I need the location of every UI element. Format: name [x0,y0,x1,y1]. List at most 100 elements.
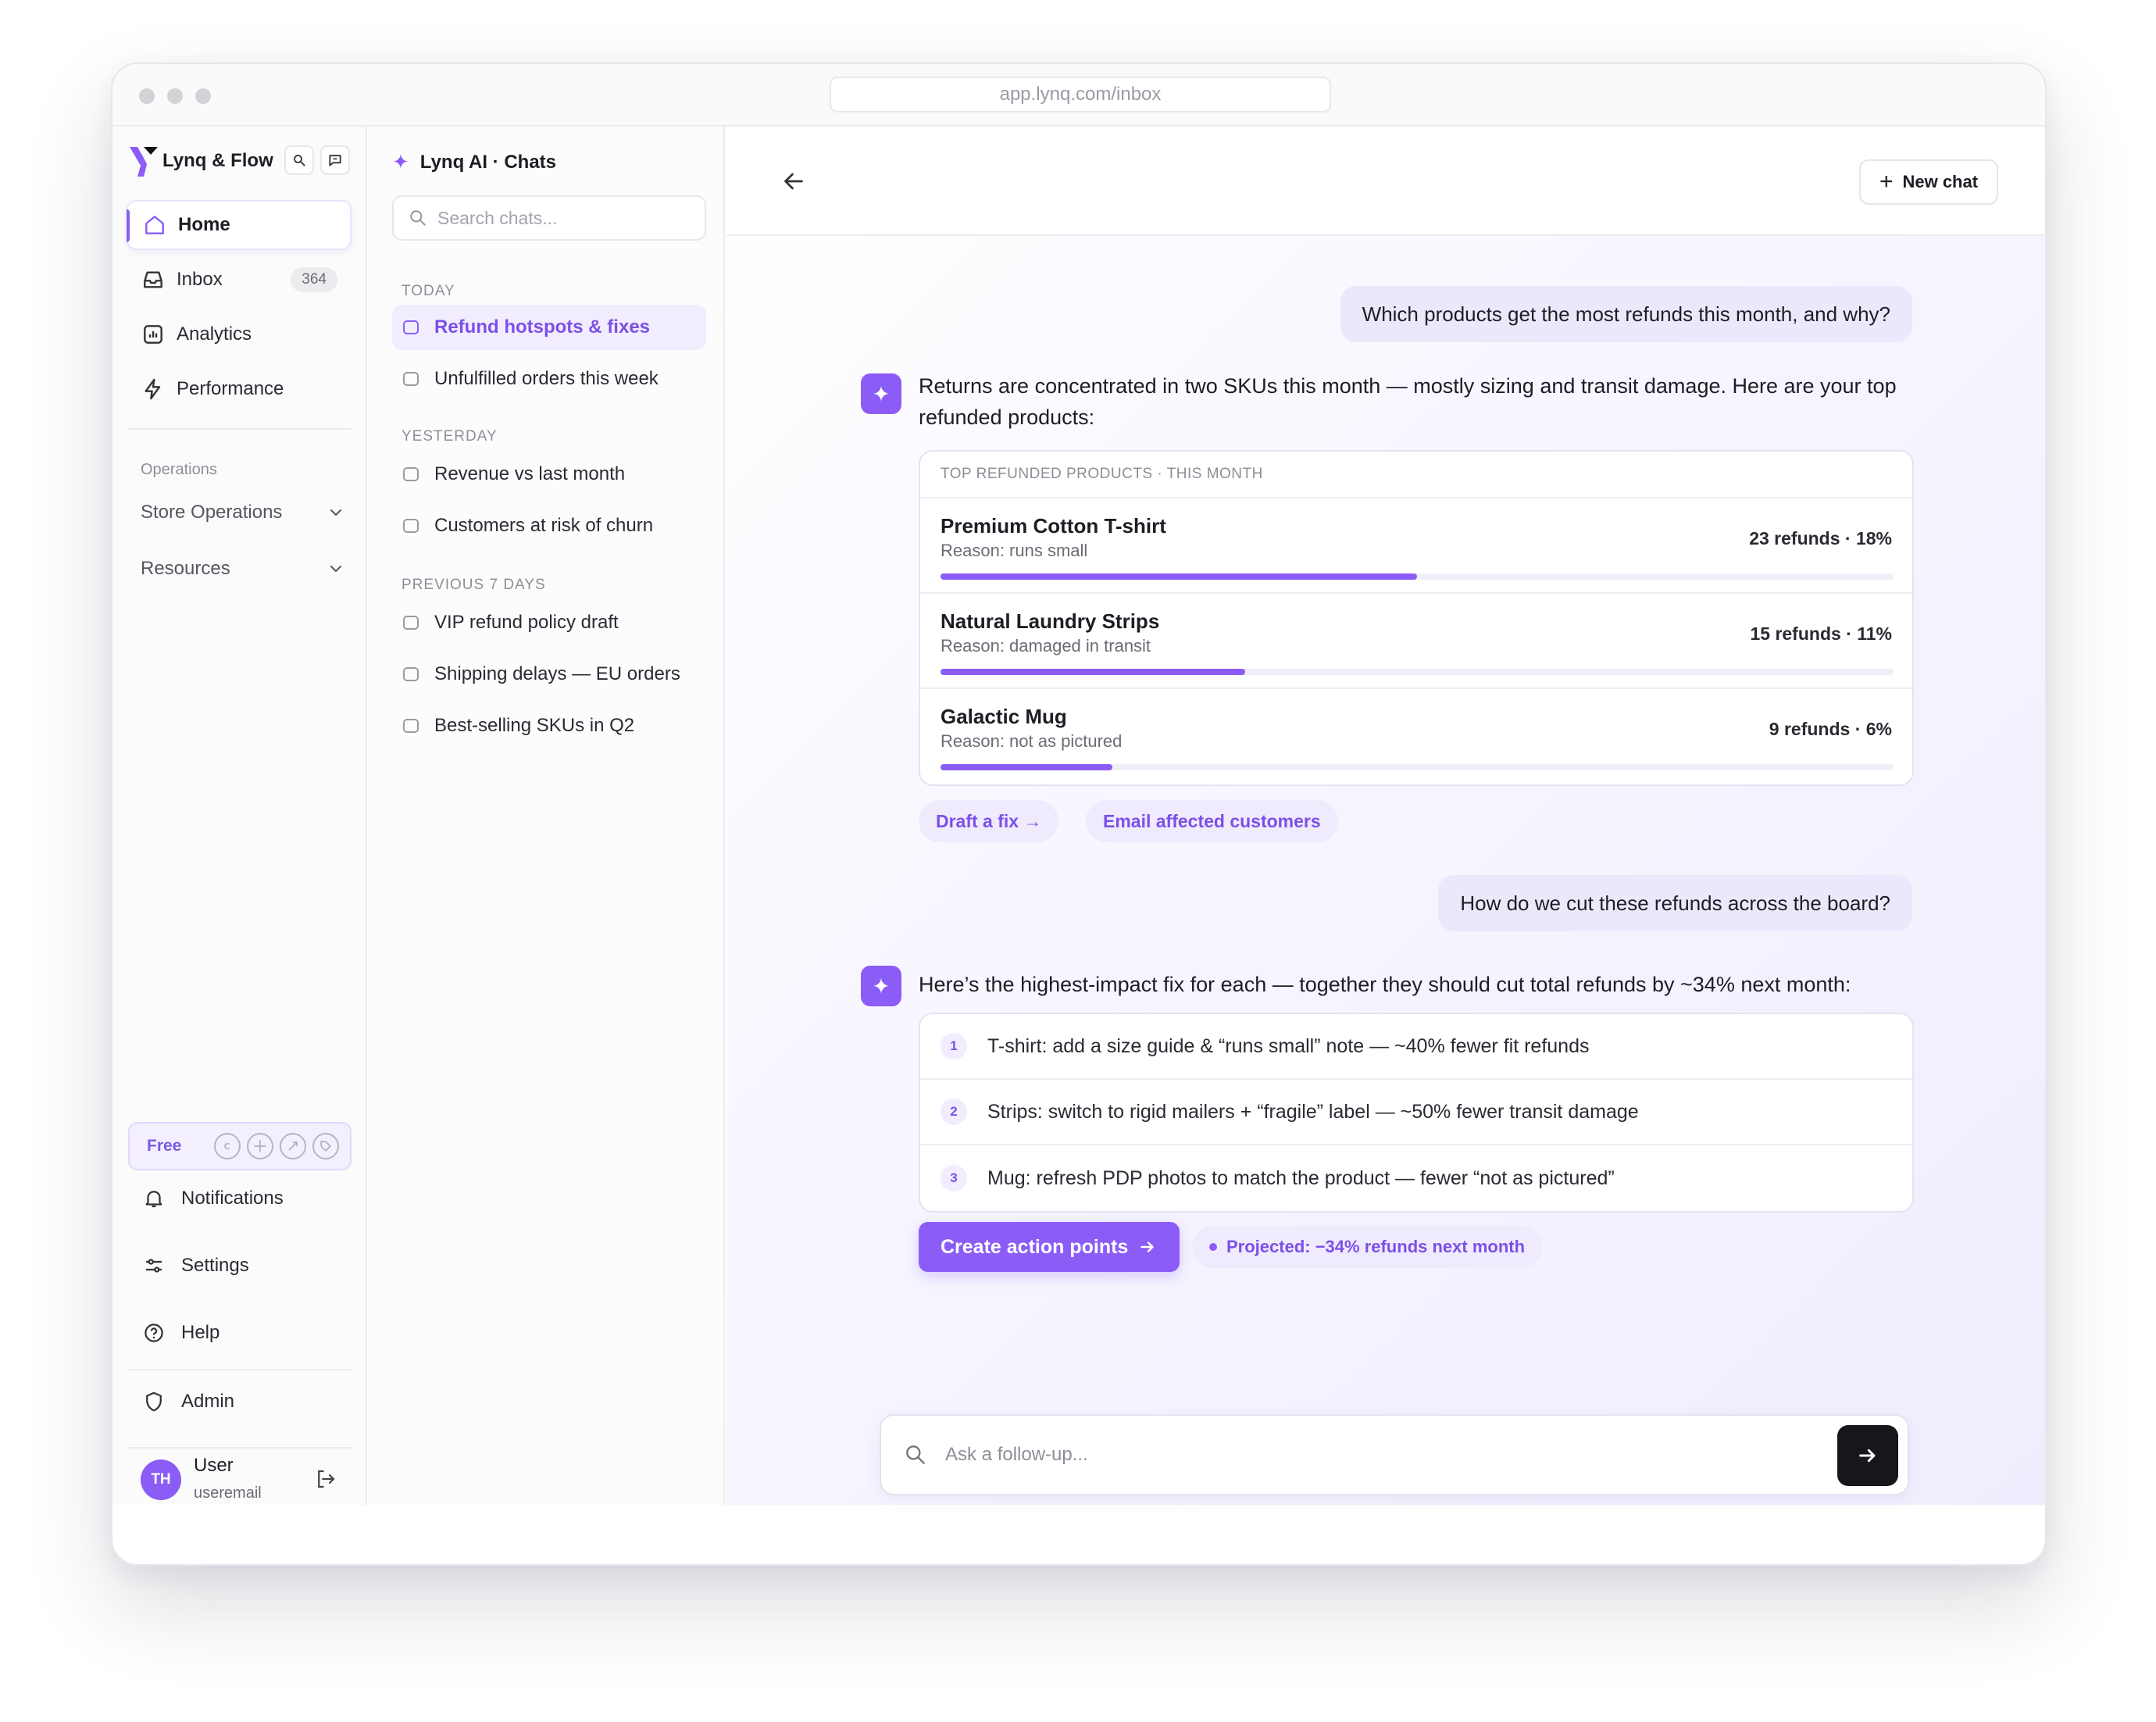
copyright-icon [214,1133,241,1159]
chat-item-label: VIP refund policy draft [434,612,619,633]
user-message: How do we cut these refunds across the b… [1438,875,1912,931]
chat-item[interactable]: VIP refund policy draft [392,600,706,645]
product-row[interactable]: Premium Cotton T-shirt Reason: runs smal… [920,498,1912,594]
brand[interactable]: Lynq & Flow [128,144,273,178]
inbox-icon [144,271,162,288]
chat-bubble-icon [403,320,419,334]
sidebar-divider [127,1447,352,1449]
sparkle-icon: ✦ [392,150,409,173]
group-resources[interactable]: Resources [141,553,345,584]
day-label-previous-7-days: PREVIOUS 7 DAYS [402,577,546,593]
search-icon [410,210,426,226]
list-item[interactable]: 3 Mug: refresh PDP photos to match the p… [920,1145,1912,1211]
chat-bubble-icon [403,667,419,681]
product-name: Natural Laundry Strips [941,609,1160,633]
list-item[interactable]: 2 Strips: switch to rigid mailers + “fra… [920,1080,1912,1145]
logout-icon[interactable] [314,1467,337,1491]
composer-placeholder: Ask a follow-up... [945,1444,1088,1465]
step-number: 2 [941,1099,967,1125]
draft-fix-chip[interactable]: Draft a fix → [919,800,1059,842]
tag-icon [312,1133,339,1159]
list-item[interactable]: 1 T-shirt: add a size guide & “runs smal… [920,1014,1912,1080]
user-name: User [194,1455,234,1476]
chat-item-label: Best-selling SKUs in Q2 [434,715,635,736]
chat-search-input[interactable]: Search chats... [392,195,706,241]
product-reason: Reason: damaged in transit [941,636,1151,656]
refunded-products-card: TOP REFUNDED PRODUCTS · THIS MONTH Premi… [919,450,1914,786]
brand-logo-icon [130,147,158,177]
rocket-icon [280,1133,306,1159]
card-title: TOP REFUNDED PRODUCTS · THIS MONTH [920,452,1912,498]
chat-item[interactable]: Unfulfilled orders this week [392,356,706,402]
shield-icon [146,1392,162,1412]
chat-bubble-icon [403,467,419,481]
sidebar-search-button[interactable] [284,145,314,175]
chat-item[interactable]: Best-selling SKUs in Q2 [392,703,706,748]
nav-item-performance[interactable]: Performance [127,364,352,414]
product-reason: Reason: runs small [941,541,1088,560]
chat-item[interactable]: Shipping delays — EU orders [392,652,706,697]
chat-list-panel: ✦ Lynq AI · Chats Search chats... TODAY … [369,127,725,1505]
nav-item-admin[interactable]: Admin [142,1384,234,1419]
window-maximize-dot[interactable] [195,88,211,104]
refund-share-fill [941,764,1112,770]
arrow-right-icon [1140,1241,1155,1252]
send-button[interactable] [1837,1425,1898,1486]
chat-bubble-icon [403,372,419,386]
user-message: Which products get the most refunds this… [1340,286,1912,342]
chat-item[interactable]: Revenue vs last month [392,452,706,497]
nav-item-notifications[interactable]: Notifications [142,1181,284,1216]
nav-item-help[interactable]: Help [142,1316,220,1350]
nav-label: Notifications [181,1188,284,1209]
chat-item[interactable]: Refund hotspots & fixes [392,305,706,350]
new-chat-label: New chat [1902,172,1979,191]
create-action-points-button[interactable]: Create action points [919,1222,1180,1272]
email-customers-chip[interactable]: Email affected customers [1086,800,1338,842]
inbox-count-badge: 364 [291,267,337,292]
nav-item-home[interactable]: Home [127,200,352,250]
avatar[interactable]: TH [141,1459,181,1500]
nav-item-settings[interactable]: Settings [142,1249,249,1283]
product-name: Premium Cotton T-shirt [941,514,1166,538]
nav-item-inbox[interactable]: Inbox 364 [127,255,352,305]
chats-title: Lynq AI · Chats [419,151,557,173]
refund-share-fill [941,573,1417,580]
ai-sparkle-icon: ✦ [861,966,901,1006]
step-number: 1 [941,1033,967,1059]
group-store-operations[interactable]: Store Operations [141,497,345,528]
search-icon [294,155,305,166]
chat-bubble-icon [403,719,419,733]
fix-text: T-shirt: add a size guide & “runs small”… [987,1034,1590,1057]
plan-box[interactable]: Free [128,1122,352,1170]
product-refund-stat: 9 refunds · 6% [1769,719,1892,739]
nav-label: Home [178,214,230,235]
new-chat-button[interactable]: + New chat [1859,159,1998,205]
nav-label: Help [181,1322,220,1343]
fix-text: Strips: switch to rigid mailers + “fragi… [987,1100,1639,1123]
product-refund-stat: 23 refunds · 18% [1749,528,1892,548]
status-dot [1209,1243,1217,1251]
step-number: 3 [941,1165,967,1191]
back-arrow-icon[interactable] [780,167,808,195]
product-name: Galactic Mug [941,705,1067,728]
sidebar-divider [127,428,352,430]
window-minimize-dot[interactable] [167,88,183,104]
follow-up-input[interactable]: Ask a follow-up... [880,1414,1909,1495]
nav-label: Performance [177,378,284,399]
conversation-panel: + New chat Which products get the most r… [726,127,2045,1505]
ai-message: Here’s the highest-impact fix for each —… [919,973,1851,996]
nav-item-analytics[interactable]: Analytics [127,309,352,359]
window-close-dot[interactable] [139,88,155,104]
app-body: Lynq & Flow Home Inbox 364 Analytics Per… [112,127,2045,1505]
product-row[interactable]: Natural Laundry Strips Reason: damaged i… [920,594,1912,689]
plus-icon: + [1879,169,1894,195]
sidebar-compose-button[interactable] [320,145,350,175]
user-email: useremail [194,1484,262,1502]
chat-item[interactable]: Customers at risk of churn [392,503,706,548]
app-window: app.lynq.com/inbox Lynq & Flow Home Inbo… [111,63,2047,1566]
product-row[interactable]: Galactic Mug Reason: not as pictured 9 r… [920,689,1912,784]
address-bar[interactable]: app.lynq.com/inbox [830,77,1331,113]
title-bar: app.lynq.com/inbox [112,64,2045,127]
refund-share-bar [941,764,1894,770]
chat-search-placeholder: Search chats... [437,207,558,228]
